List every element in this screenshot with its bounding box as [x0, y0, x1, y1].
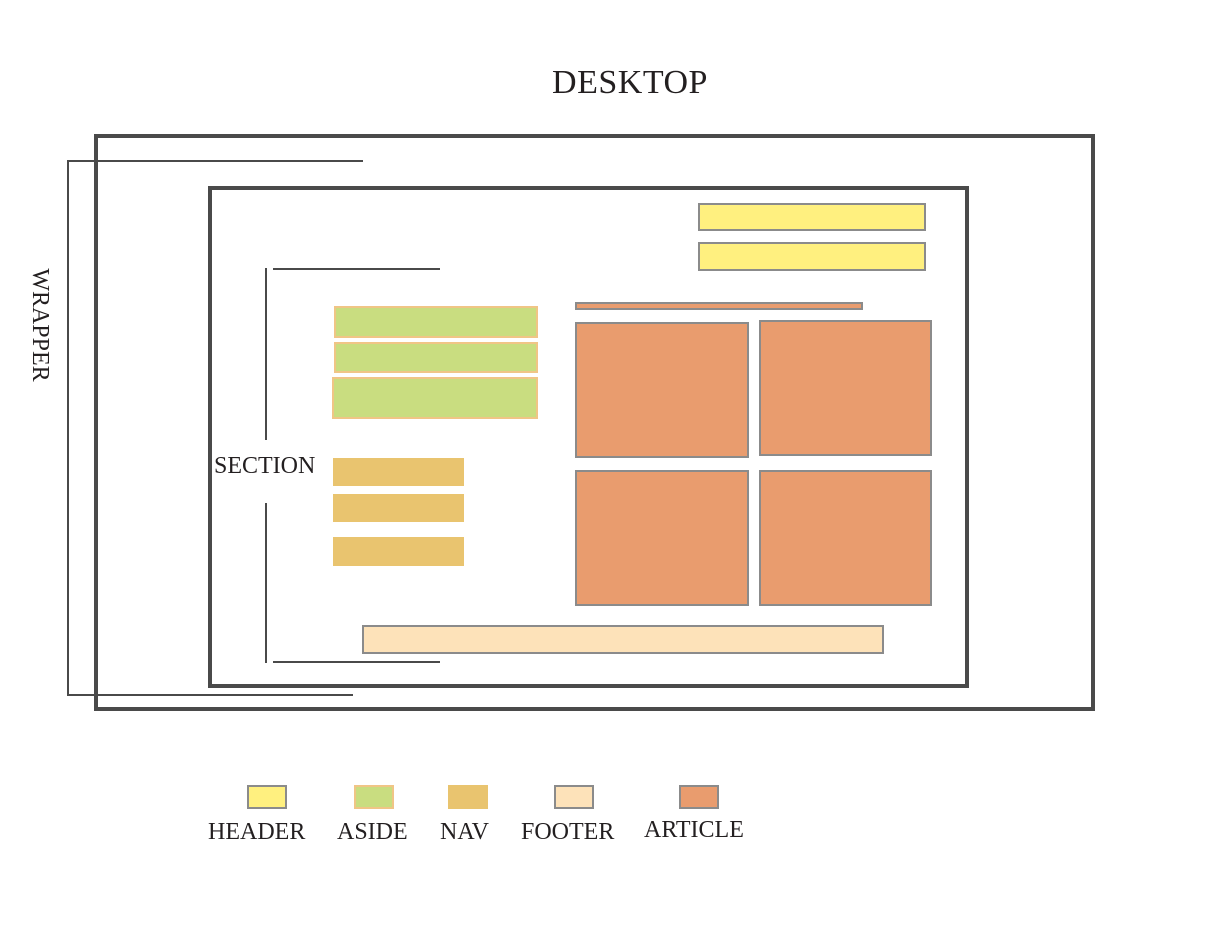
legend-swatch-nav — [448, 785, 488, 809]
legend-label-header: HEADER — [208, 819, 306, 845]
nav-block-1 — [333, 458, 464, 486]
aside-block-2 — [334, 342, 538, 373]
legend-label-aside: ASIDE — [337, 819, 408, 845]
nav-block-3 — [333, 537, 464, 566]
nav-block-2 — [333, 494, 464, 522]
article-block-1 — [575, 322, 749, 458]
section-bracket-side-upper — [265, 268, 267, 440]
section-bracket-top — [273, 268, 440, 270]
diagram-title: DESKTOP — [552, 64, 708, 101]
footer-block — [362, 625, 884, 654]
aside-block-3 — [332, 377, 538, 419]
wrapper-bracket-bottom — [67, 694, 353, 696]
legend-swatch-aside — [354, 785, 394, 809]
header-block-2 — [698, 242, 926, 271]
section-bracket-bottom — [273, 661, 440, 663]
article-block-4 — [759, 470, 932, 606]
legend-label-nav: NAV — [440, 819, 489, 845]
section-bracket-side-lower — [265, 503, 267, 663]
legend-swatch-article — [679, 785, 719, 809]
diagram-canvas: { "title": "DESKTOP", "labels": { "wrapp… — [0, 0, 1226, 947]
article-block-2 — [759, 320, 932, 456]
aside-block-1 — [334, 306, 538, 338]
wrapper-label: WRAPPER — [27, 268, 53, 382]
wrapper-bracket-top — [67, 160, 363, 162]
legend-label-footer: FOOTER — [521, 819, 615, 845]
header-block-1 — [698, 203, 926, 231]
legend-swatch-footer — [554, 785, 594, 809]
section-label: SECTION — [214, 452, 316, 480]
legend-label-article: ARTICLE — [644, 817, 744, 843]
article-block-3 — [575, 470, 749, 606]
legend-swatch-header — [247, 785, 287, 809]
wrapper-bracket-side — [67, 160, 69, 696]
article-strip — [575, 302, 863, 310]
